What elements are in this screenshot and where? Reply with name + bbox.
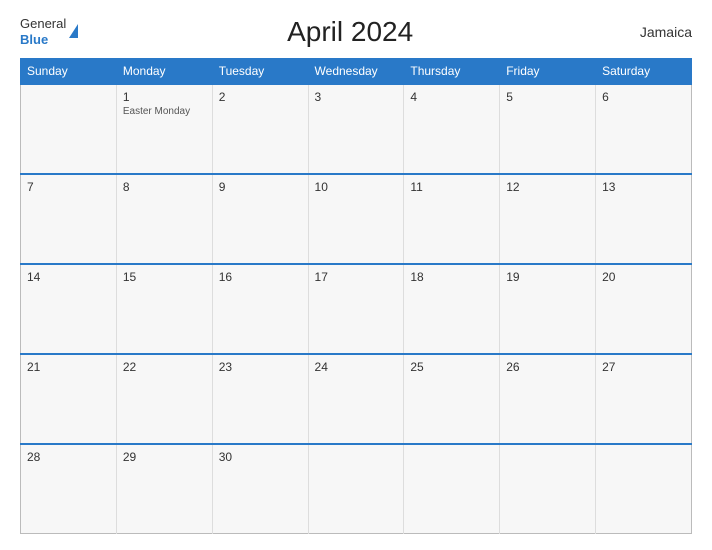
day-number: 21 xyxy=(27,360,110,374)
day-cell xyxy=(596,444,692,534)
day-cell xyxy=(308,444,404,534)
day-cell: 19 xyxy=(500,264,596,354)
day-number: 5 xyxy=(506,90,589,104)
day-cell: 3 xyxy=(308,84,404,174)
col-sunday: Sunday xyxy=(21,59,117,85)
day-number: 6 xyxy=(602,90,685,104)
logo-triangle-icon xyxy=(69,24,78,38)
logo-text: General Blue xyxy=(20,16,66,47)
day-number: 12 xyxy=(506,180,589,194)
week-row-3: 14 15 16 17 18 19 20 xyxy=(21,264,692,354)
day-number: 26 xyxy=(506,360,589,374)
day-number: 23 xyxy=(219,360,302,374)
logo-general: General xyxy=(20,16,66,32)
day-event: Easter Monday xyxy=(123,106,206,117)
day-number: 4 xyxy=(410,90,493,104)
day-cell: 17 xyxy=(308,264,404,354)
page: General Blue April 2024 Jamaica Sunday M… xyxy=(0,0,712,550)
day-cell: 24 xyxy=(308,354,404,444)
day-number: 13 xyxy=(602,180,685,194)
day-cell: 11 xyxy=(404,174,500,264)
day-cell: 18 xyxy=(404,264,500,354)
day-cell: 23 xyxy=(212,354,308,444)
day-cell: 30 xyxy=(212,444,308,534)
calendar-title: April 2024 xyxy=(78,16,622,48)
header: General Blue April 2024 Jamaica xyxy=(20,16,692,48)
day-cell xyxy=(404,444,500,534)
day-number: 29 xyxy=(123,450,206,464)
day-cell: 6 xyxy=(596,84,692,174)
calendar-table: Sunday Monday Tuesday Wednesday Thursday… xyxy=(20,58,692,534)
day-cell: 27 xyxy=(596,354,692,444)
day-number: 14 xyxy=(27,270,110,284)
day-number: 18 xyxy=(410,270,493,284)
day-number: 27 xyxy=(602,360,685,374)
day-number: 9 xyxy=(219,180,302,194)
week-row-2: 789 10 11 12 13 xyxy=(21,174,692,264)
col-tuesday: Tuesday xyxy=(212,59,308,85)
col-saturday: Saturday xyxy=(596,59,692,85)
day-number: 30 xyxy=(219,450,302,464)
day-number: 10 xyxy=(315,180,398,194)
day-cell: 15 xyxy=(116,264,212,354)
days-header-row: Sunday Monday Tuesday Wednesday Thursday… xyxy=(21,59,692,85)
day-number: 1 xyxy=(123,90,206,104)
week-row-1: 1 Easter Monday 23456 xyxy=(21,84,692,174)
day-cell: 22 xyxy=(116,354,212,444)
day-number: 19 xyxy=(506,270,589,284)
day-cell: 2 xyxy=(212,84,308,174)
day-number: 17 xyxy=(315,270,398,284)
day-number: 15 xyxy=(123,270,206,284)
col-wednesday: Wednesday xyxy=(308,59,404,85)
logo-blue: Blue xyxy=(20,32,66,48)
logo: General Blue xyxy=(20,16,78,47)
day-cell: 4 xyxy=(404,84,500,174)
day-number: 24 xyxy=(315,360,398,374)
day-cell: 28 xyxy=(21,444,117,534)
country-label: Jamaica xyxy=(622,24,692,40)
day-cell: 29 xyxy=(116,444,212,534)
col-monday: Monday xyxy=(116,59,212,85)
day-cell: 14 xyxy=(21,264,117,354)
day-cell: 20 xyxy=(596,264,692,354)
day-cell: 16 xyxy=(212,264,308,354)
day-number: 3 xyxy=(315,90,398,104)
day-cell: 5 xyxy=(500,84,596,174)
day-cell: 9 xyxy=(212,174,308,264)
day-number: 25 xyxy=(410,360,493,374)
col-friday: Friday xyxy=(500,59,596,85)
day-number: 28 xyxy=(27,450,110,464)
day-cell: 1 Easter Monday xyxy=(116,84,212,174)
day-number: 7 xyxy=(27,180,110,194)
day-number: 8 xyxy=(123,180,206,194)
day-cell: 7 xyxy=(21,174,117,264)
day-number: 16 xyxy=(219,270,302,284)
day-cell: 8 xyxy=(116,174,212,264)
day-cell: 12 xyxy=(500,174,596,264)
day-cell xyxy=(500,444,596,534)
day-cell: 21 xyxy=(21,354,117,444)
day-cell: 13 xyxy=(596,174,692,264)
week-row-5: 28 29 30 xyxy=(21,444,692,534)
day-cell xyxy=(21,84,117,174)
day-number: 20 xyxy=(602,270,685,284)
day-cell: 26 xyxy=(500,354,596,444)
week-row-4: 21 22 23 24 25 26 27 xyxy=(21,354,692,444)
day-cell: 10 xyxy=(308,174,404,264)
day-number: 11 xyxy=(410,180,493,194)
day-cell: 25 xyxy=(404,354,500,444)
day-number: 2 xyxy=(219,90,302,104)
col-thursday: Thursday xyxy=(404,59,500,85)
day-number: 22 xyxy=(123,360,206,374)
